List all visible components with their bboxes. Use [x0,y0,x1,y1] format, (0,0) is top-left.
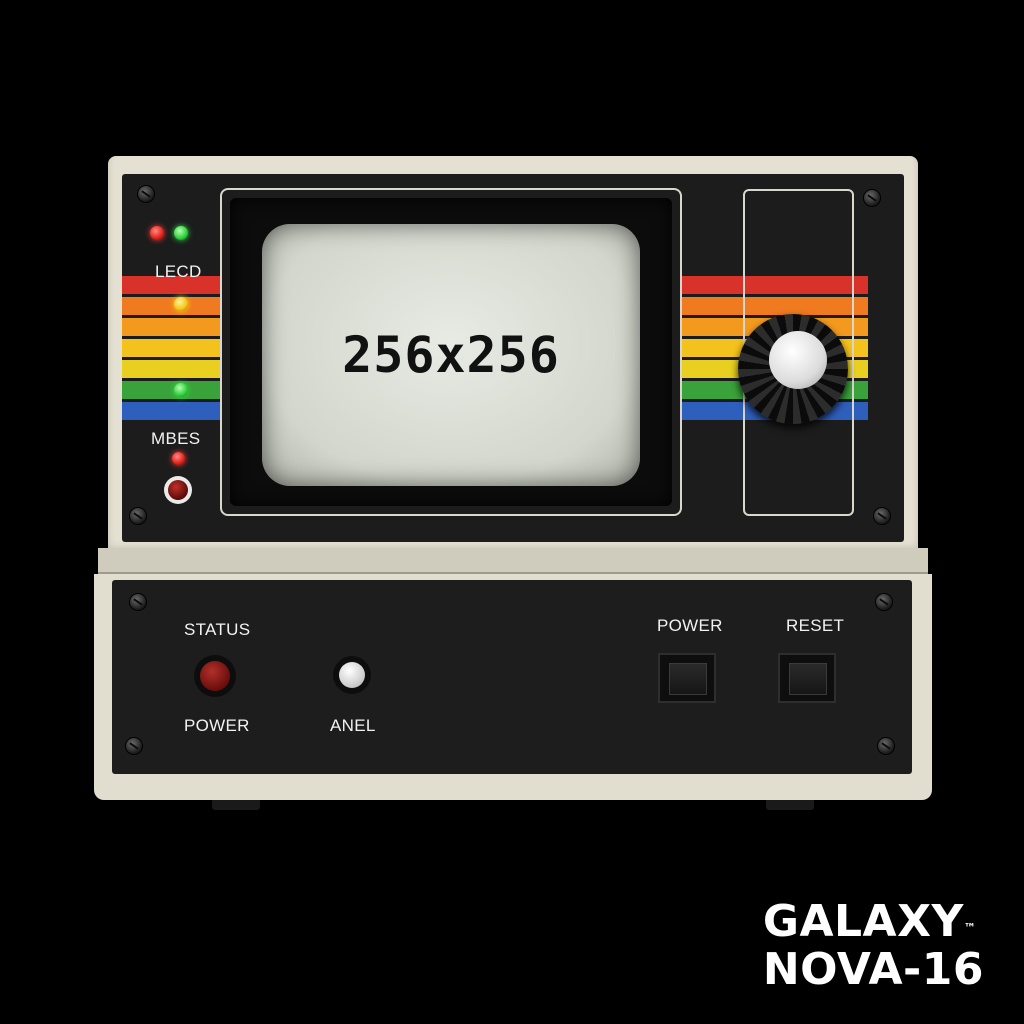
screw-icon [138,186,154,202]
stripe-yellow-2 [122,360,220,378]
screw-icon [130,594,146,610]
crt-screen: 256x256 [262,224,640,486]
indicator-led-yellow [174,297,188,311]
mbes-button[interactable] [164,476,192,504]
stripe-orange-2 [122,318,220,336]
brand-name: GALAXY [762,896,964,947]
power-button-red[interactable] [194,655,236,697]
console-foot [212,800,260,810]
screw-icon [130,508,146,524]
screw-icon [126,738,142,754]
power-switch-button[interactable] [658,653,716,703]
console-foot [766,800,814,810]
brand-model: NOVA-16 [762,944,984,995]
brand-logo: GALAXY™ NOVA-16 [763,898,984,994]
screw-icon [876,594,892,610]
indicator-led-red [172,452,185,465]
trademark-symbol: ™ [963,921,977,935]
anel-button[interactable] [333,656,371,694]
power-label: POWER [184,716,250,735]
indicator-led-red [150,226,164,240]
indicator-led-green [174,226,188,240]
stripe-green [122,381,220,399]
anel-label: ANEL [330,716,376,735]
reset-switch-button[interactable] [778,653,836,703]
lecd-label: LECD [155,262,202,281]
screen-resolution-text: 256x256 [342,326,560,384]
stripe-yellow [122,339,220,357]
reset-switch-label: RESET [786,616,845,635]
screw-icon [864,190,880,206]
stripe-orange [122,297,220,315]
screw-icon [874,508,890,524]
rainbow-stripes-left [122,276,220,423]
indicator-led-green [174,383,188,397]
status-label: STATUS [184,620,251,639]
stripe-blue [122,402,220,420]
mbes-label: MBES [151,429,201,448]
knob-cap [769,331,827,389]
screw-icon [878,738,894,754]
power-switch-label: POWER [657,616,723,635]
